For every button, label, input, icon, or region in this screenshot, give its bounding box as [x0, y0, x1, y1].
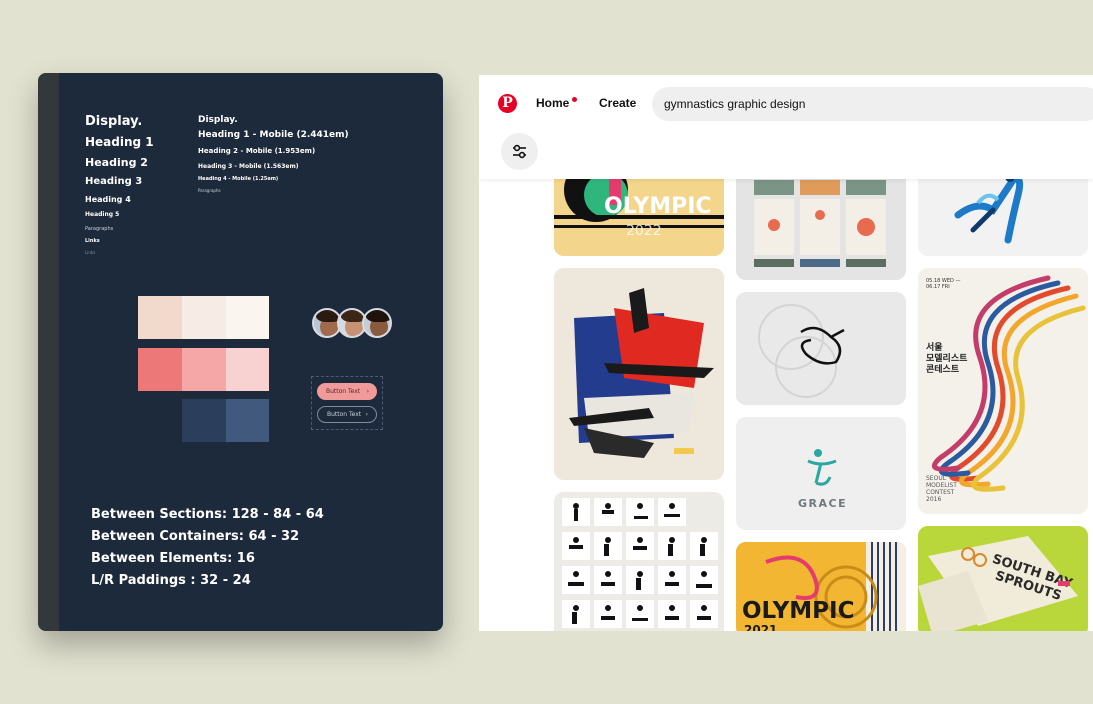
swatch-coral-2: [182, 348, 226, 391]
avatar[interactable]: [362, 308, 392, 338]
pinterest-window: P Home Create gymnastics graphic design …: [479, 75, 1093, 631]
pictogram-art: [554, 492, 724, 631]
logo-sketch-art: [736, 292, 906, 405]
swatch-peach-2: [182, 296, 226, 339]
pin-gymnast-collage[interactable]: [554, 268, 724, 480]
south-bay-art: SOUTH BAYSPROUTS: [918, 526, 1088, 631]
swatch-peach-3: [226, 296, 269, 339]
pin-seoul-contest-poster[interactable]: 05.18 WED —06.17 FRI 서울 모델리스트 콘테스트 SEOUL MO…: [918, 268, 1088, 514]
heading-5: Heading 5: [85, 211, 120, 218]
style-guide-panel: Display. Heading 1 Heading 2 Heading 3 H…: [38, 73, 443, 631]
mobile-heading-3: Heading 3 - Mobile (1.563em): [198, 163, 299, 170]
heading-2: Heading 2: [85, 156, 148, 169]
nav-create[interactable]: Create: [599, 96, 636, 110]
avatar-group: [312, 308, 394, 340]
paragraphs-label: Paragraphs: [85, 226, 114, 232]
heading-1: Heading 1: [85, 135, 154, 149]
button-samples: Button Text › Button Text ›: [311, 376, 383, 430]
secondary-button[interactable]: Button Text ›: [317, 406, 377, 423]
pinterest-header: P Home Create gymnastics graphic design: [479, 75, 1093, 179]
spacing-containers: Between Containers: 64 - 32: [91, 529, 300, 544]
primary-button-label: Button Text: [326, 388, 361, 395]
links-label[interactable]: Links: [85, 238, 100, 244]
panel-edge-strip: [38, 73, 59, 631]
nav-home[interactable]: Home: [536, 96, 569, 110]
spacing-paddings: L/R Paddings : 32 - 24: [91, 573, 251, 588]
mobile-paragraphs: Paragraphs: [198, 188, 221, 193]
mobile-display: Display.: [198, 115, 238, 125]
mobile-heading-2: Heading 2 - Mobile (1.953em): [198, 147, 316, 155]
primary-button[interactable]: Button Text ›: [317, 383, 377, 400]
heading-display: Display.: [85, 114, 143, 129]
mobile-heading-4: Heading 4 - Mobile (1.25em): [198, 176, 279, 182]
pin-south-bay-sprouts[interactable]: SOUTH BAYSPROUTS: [918, 526, 1088, 631]
grace-text: GRACE: [798, 497, 847, 510]
links-label-muted[interactable]: Links: [85, 250, 95, 255]
pin-gymnast-logo-sketch[interactable]: [736, 292, 906, 405]
mobile-heading-1: Heading 1 - Mobile (2.441em): [198, 130, 349, 140]
olympic-top-year: 2022: [626, 223, 662, 239]
notification-dot: [572, 97, 577, 102]
swatch-navy-1: [182, 399, 226, 442]
heading-3: Heading 3: [85, 176, 143, 187]
swatch-coral-3: [226, 348, 269, 391]
olympic-2021-art: OLYMPIC 2021: [736, 542, 906, 631]
olympic-bottom-text: OLYMPIC: [742, 598, 854, 624]
grace-logo-art: GRACE: [736, 417, 906, 530]
secondary-button-label: Button Text: [327, 411, 362, 418]
swatch-coral-1: [138, 348, 182, 391]
arrow-right-icon: ›: [365, 411, 368, 418]
heading-4: Heading 4: [85, 195, 131, 204]
pin-grace-logo[interactable]: GRACE: [736, 417, 906, 530]
pinterest-logo[interactable]: P: [498, 94, 517, 113]
spacing-sections: Between Sections: 128 - 84 - 64: [91, 507, 324, 522]
olympic-bottom-year: 2021: [744, 623, 777, 631]
arrow-right-icon: ›: [366, 388, 369, 395]
filter-button[interactable]: [501, 133, 538, 170]
seoul-poster-art: 05.18 WED —06.17 FRI 서울 모델리스트 콘테스트 SEOUL MO…: [918, 268, 1088, 514]
swatch-peach-1: [138, 296, 182, 339]
sliders-icon: [513, 144, 526, 159]
swatch-navy-2: [226, 399, 269, 442]
pin-pictogram-grid[interactable]: [554, 492, 724, 631]
search-value: gymnastics graphic design: [664, 97, 806, 111]
search-input[interactable]: gymnastics graphic design: [652, 87, 1093, 121]
olympic-top-text: OLYMPIC: [604, 194, 712, 219]
collage-art: [554, 268, 724, 480]
spacing-elements: Between Elements: 16: [91, 551, 255, 566]
pin-olympic-2021[interactable]: OLYMPIC 2021: [736, 542, 906, 631]
